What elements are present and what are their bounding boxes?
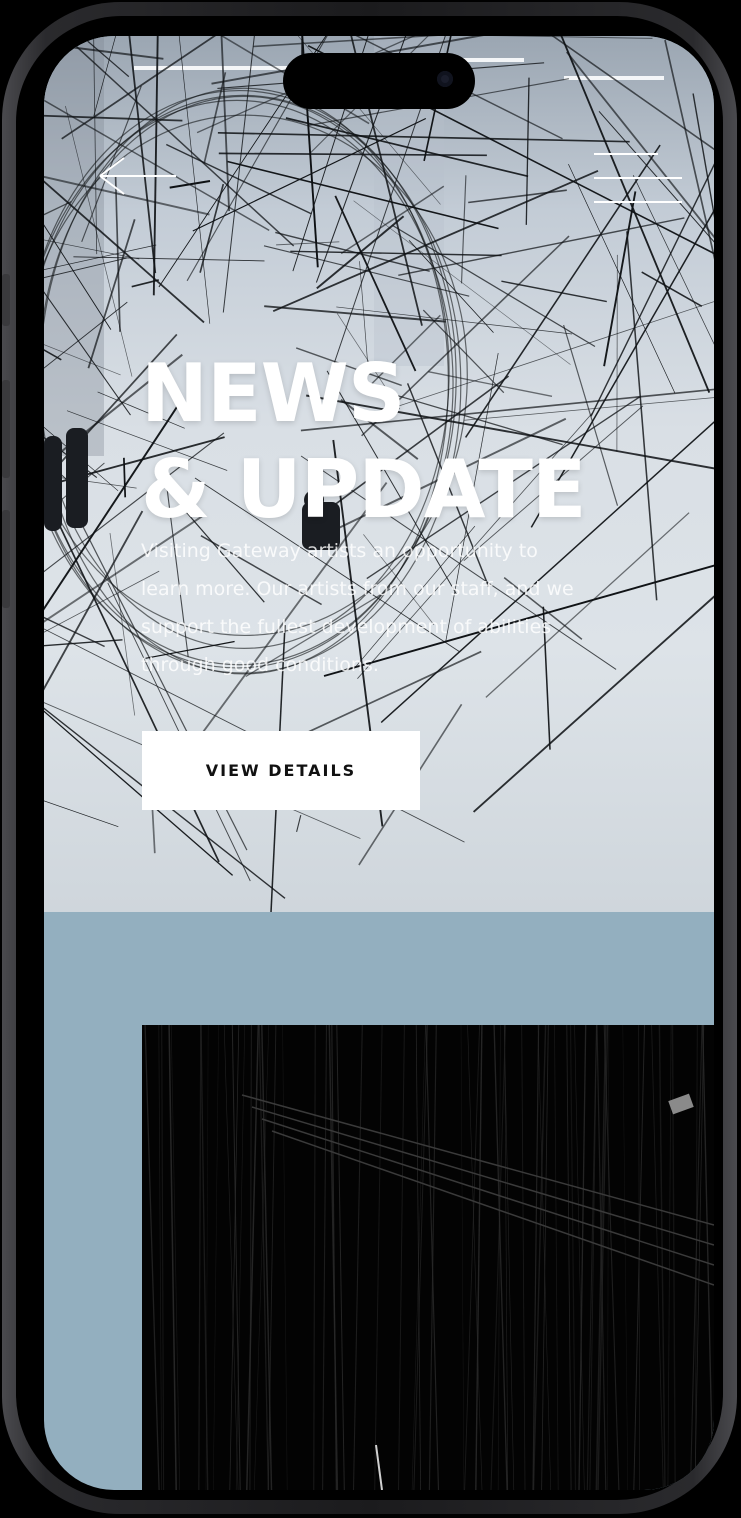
menu-button[interactable]	[584, 148, 684, 208]
back-button[interactable]	[98, 154, 178, 198]
page-title: NEWS & UPDATE	[141, 346, 587, 538]
hamburger-menu-icon	[594, 153, 682, 203]
screen: NEWS & UPDATE Visiting Gateway artists a…	[44, 36, 714, 1490]
dark-installation-image	[144, 1025, 714, 1490]
view-details-button[interactable]: VIEW DETAILS	[142, 731, 420, 810]
title-line-1: NEWS	[141, 347, 405, 440]
action-button	[2, 274, 10, 326]
hero-description: Visiting Gateway artists an opportunity …	[141, 540, 574, 676]
title-line-2: & UPDATE	[141, 443, 587, 536]
camera-icon	[437, 71, 453, 87]
dynamic-island	[283, 53, 475, 109]
volume-down-button	[2, 510, 10, 608]
hero-section: NEWS & UPDATE Visiting Gateway artists a…	[44, 36, 714, 912]
featured-image	[142, 1025, 714, 1490]
arrow-left-icon	[99, 157, 176, 195]
volume-up-button	[2, 380, 10, 478]
